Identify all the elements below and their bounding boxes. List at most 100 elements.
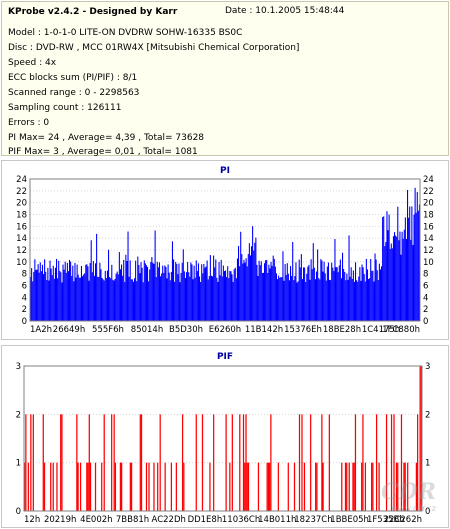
pi-bar [207, 279, 209, 321]
pi-bar [190, 262, 192, 321]
pi-bar [241, 254, 243, 321]
pi-bar [125, 254, 127, 321]
pif-bar [375, 414, 378, 511]
pif-bar [25, 414, 27, 511]
pi-bar [364, 281, 366, 321]
pi-ytick-left: 10 [16, 258, 27, 268]
pi-bar [350, 267, 352, 321]
pi-bar [282, 251, 284, 321]
pif-bar [315, 462, 317, 511]
pi-bar [275, 273, 277, 321]
pi-bar [390, 243, 392, 321]
pif-bar [245, 414, 247, 511]
pi-bar [222, 265, 224, 321]
pi-bar [37, 264, 39, 321]
pi-bar [41, 264, 43, 321]
pi-bar [179, 282, 181, 321]
pi-bar [285, 274, 287, 321]
info-model: Model : 1-0-1-0 LITE-ON DVDRW SOHW-16335… [8, 28, 243, 38]
pif-bar [321, 414, 323, 511]
pi-bar [45, 271, 47, 321]
pi-ytick-right: 0 [423, 317, 428, 327]
pif-bar [353, 462, 355, 511]
pi-bar [71, 275, 73, 321]
pif-xtick: 18237Ch [294, 515, 332, 525]
pi-bar [188, 272, 190, 321]
pi-bar [408, 217, 410, 321]
pi-bar [331, 262, 333, 321]
pi-bar [413, 214, 415, 321]
pif-ytick-right: 1 [425, 459, 430, 469]
pi-bar [270, 261, 272, 321]
pi-bar [359, 267, 361, 321]
pi-bar [58, 260, 60, 321]
pi-bar [173, 259, 175, 321]
pif-bar [129, 462, 131, 511]
pi-bar [334, 238, 336, 321]
pi-bar [343, 268, 345, 321]
pi-bar [407, 189, 409, 321]
pi-bar [308, 264, 310, 321]
pi-bar [98, 276, 100, 321]
pi-bar [348, 235, 350, 321]
pi-bar [79, 277, 81, 321]
pi-bar [70, 261, 72, 321]
pif-bar [310, 414, 312, 511]
pif-bar [213, 414, 215, 511]
pi-bar [239, 266, 241, 321]
pi-bar [403, 229, 405, 321]
pif-bar [346, 462, 348, 511]
pi-bar [401, 231, 403, 321]
pi-bar [405, 239, 407, 321]
pi-bar [164, 265, 166, 321]
pi-ytick-left: 20 [16, 199, 27, 209]
pi-bar [130, 279, 132, 321]
pi-bar [313, 267, 315, 321]
pi-bar [50, 268, 52, 321]
pi-bar [88, 280, 90, 321]
pi-bar [91, 272, 93, 321]
pi-bar [189, 276, 191, 321]
pif-bar [159, 414, 161, 511]
pif-ytick-left: 0 [16, 507, 21, 517]
pif-bar [246, 462, 248, 511]
pif-bar [242, 414, 245, 511]
pi-xtick: 1A2h [30, 325, 52, 335]
pi-bar [59, 270, 61, 321]
pi-xtick: 11B142h [245, 325, 283, 335]
pi-bar [212, 276, 214, 321]
pi-bar [118, 252, 120, 321]
pi-bar [54, 267, 56, 321]
pi-bar [320, 259, 322, 321]
pi-bar [251, 246, 253, 321]
pi-bar [200, 281, 202, 321]
pif-bar [50, 462, 52, 511]
pif-xtick: 1BBE05h [330, 515, 369, 525]
pif-bar [77, 462, 79, 511]
pi-bar [129, 260, 131, 321]
pif-bar [60, 414, 62, 511]
pi-bar [112, 279, 114, 321]
pi-bar [415, 212, 417, 321]
pi-bar [214, 267, 216, 321]
pi-bar [92, 260, 94, 321]
pi-bar [233, 269, 235, 321]
pif-bar [195, 414, 197, 511]
cdr-watermark-url: www.cdr.cz [391, 504, 436, 513]
pi-bar [314, 279, 316, 321]
pi-bar [86, 264, 88, 321]
pif-bar [201, 414, 204, 511]
pi-bar [167, 264, 169, 321]
pi-bar [383, 216, 385, 321]
pi-bar [398, 240, 400, 321]
pi-bar [395, 235, 397, 321]
pi-bar [344, 271, 346, 321]
pi-bar [272, 255, 274, 321]
pif-xtick: 11036Ch [222, 515, 260, 525]
pi-bar [218, 262, 220, 321]
pi-bar [288, 280, 290, 321]
pi-bar [372, 270, 374, 321]
pi-bar [387, 230, 389, 321]
pi-bar [175, 262, 177, 321]
pi-bar [60, 272, 62, 321]
